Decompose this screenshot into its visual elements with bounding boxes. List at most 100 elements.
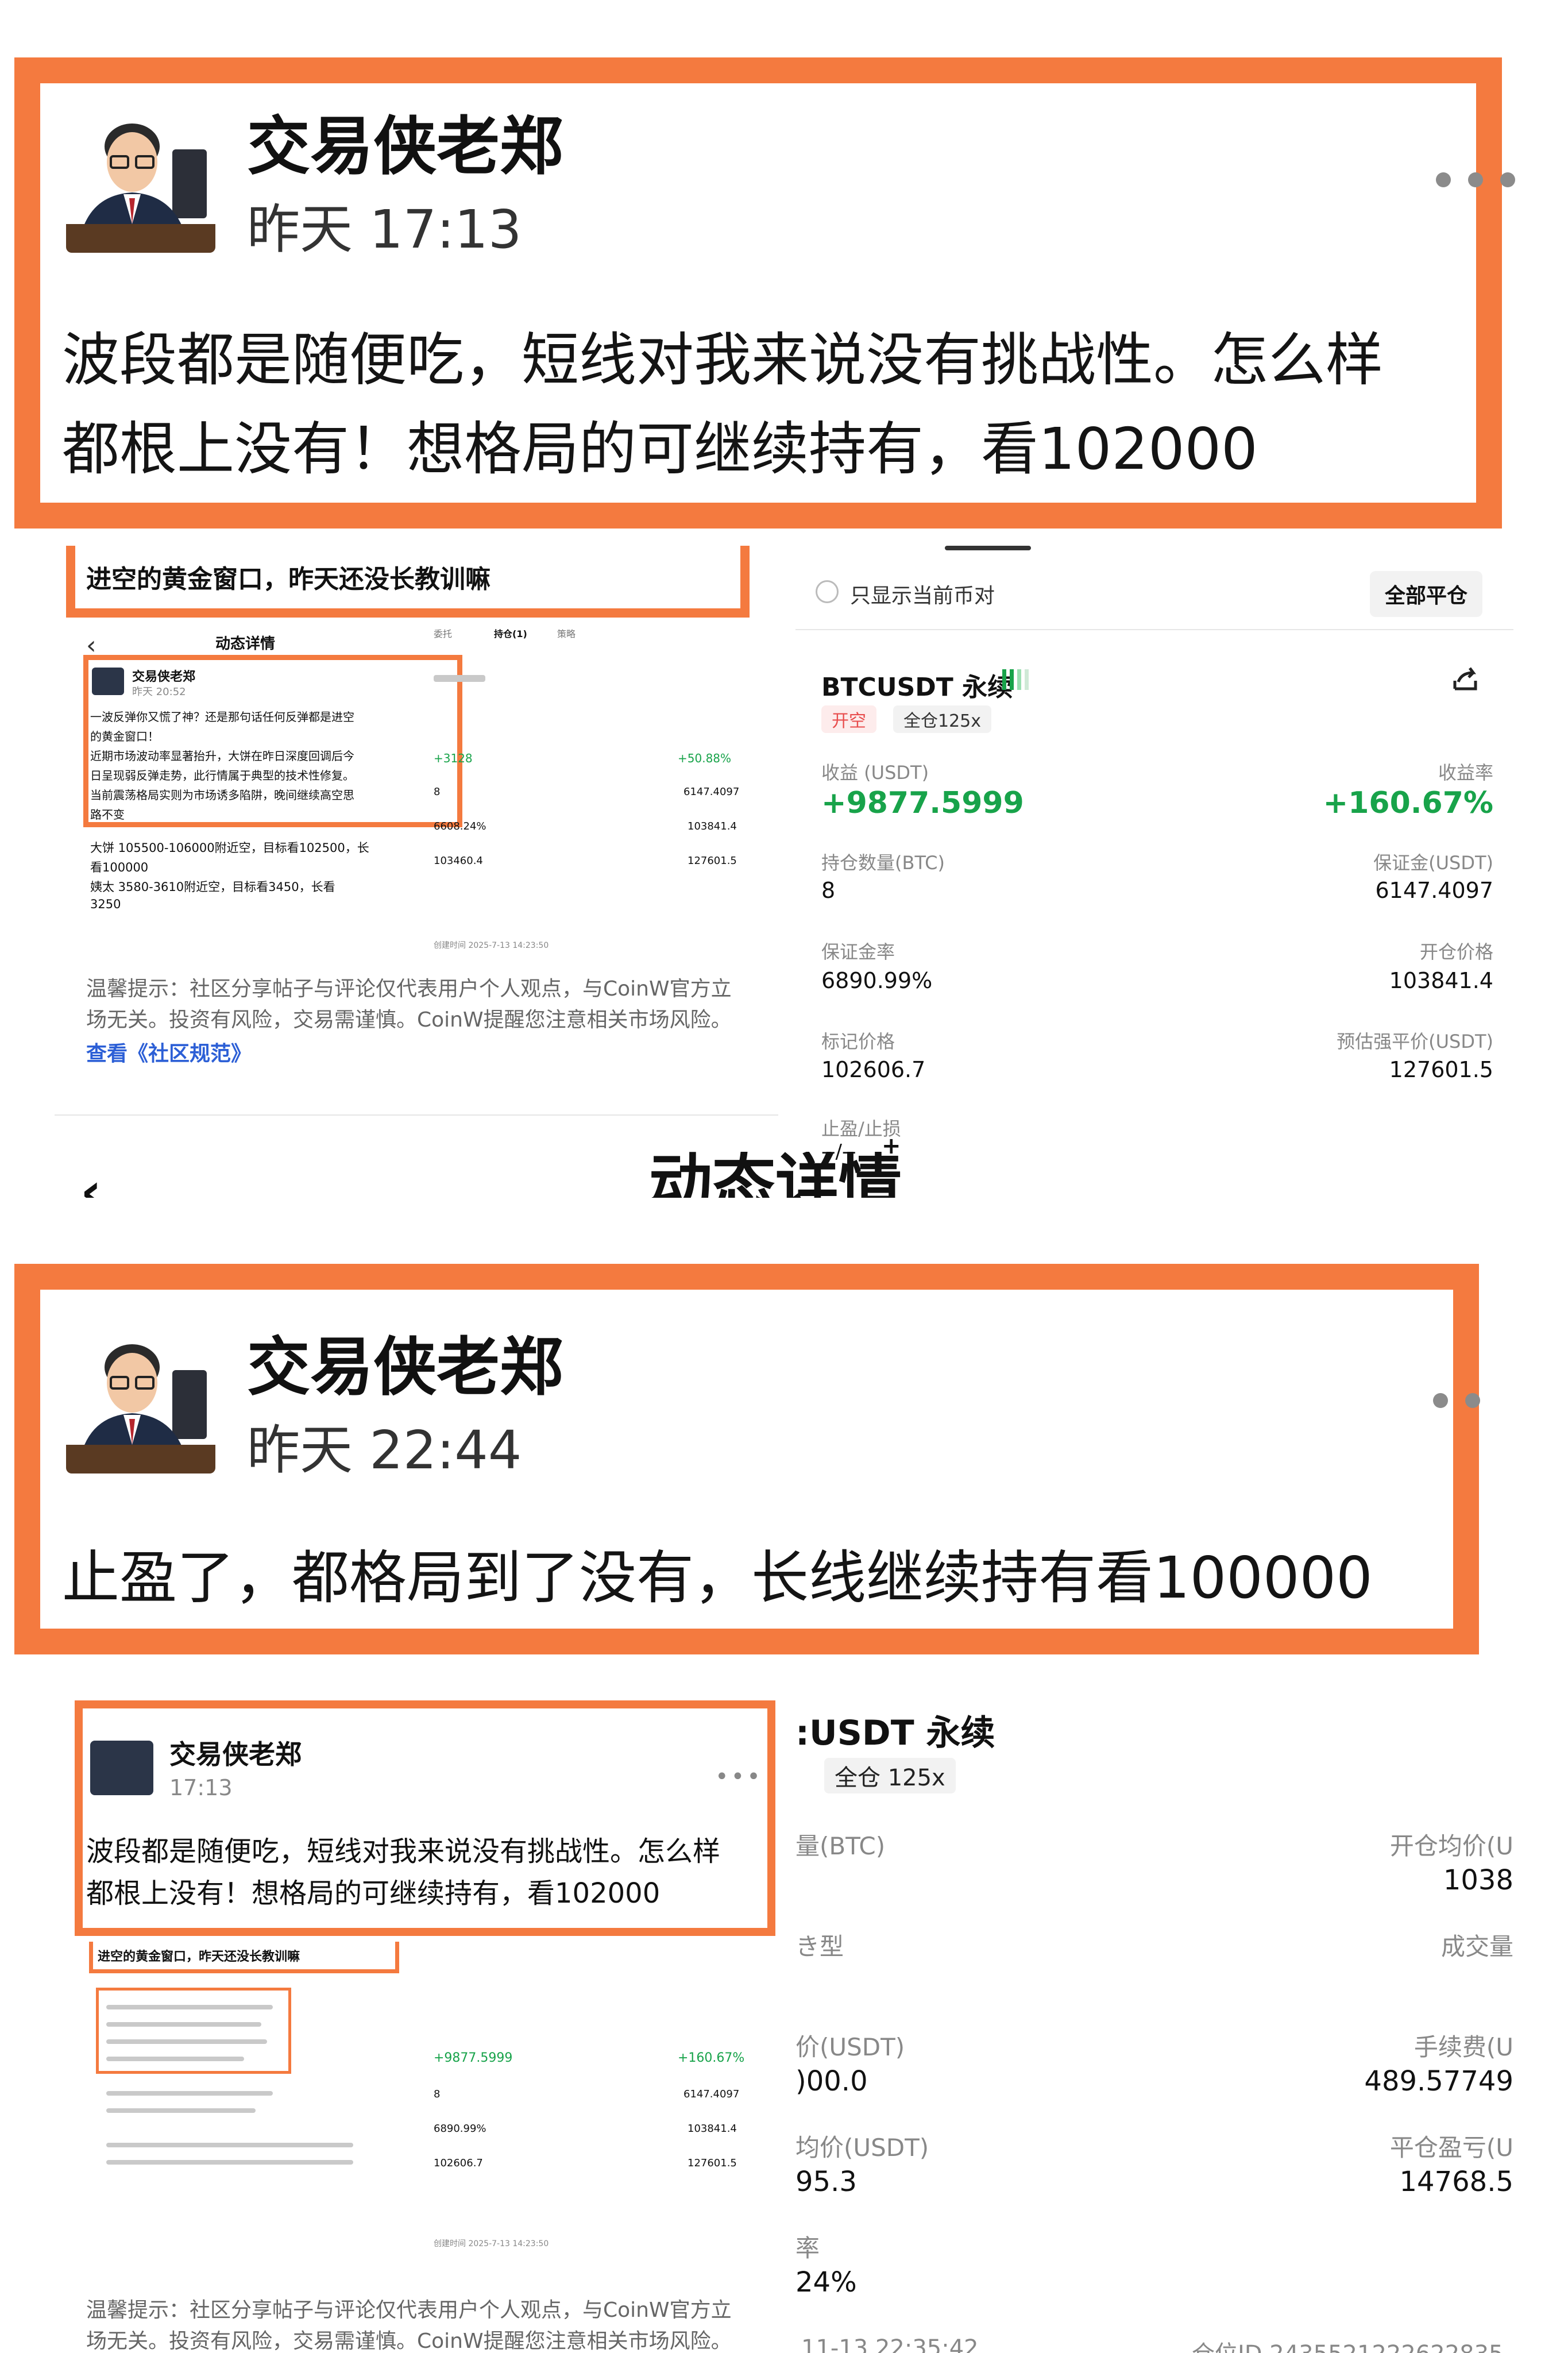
mini-tab-positions[interactable]: 持仓(1) [494,626,527,640]
nested-text-8 [106,2160,353,2165]
nested-liq: 127601.5 [688,2157,737,2169]
repost-more-icon[interactable]: ••• [715,1764,763,1790]
closed-position-panel[interactable]: :USDT 永续 全仓 125x 量(BTC) 开仓均价(U 1038 き型 成… [795,1695,1513,2353]
roe-label: 收益率 [1438,762,1493,784]
nested-banner-text: 进空的黄金窗口，昨天还没长教训嘛 [98,1950,300,1964]
divider [55,1114,778,1116]
post-text-line-1: 波段都是随便吃，短线对我来说没有挑战性。怎么样 [62,326,1383,394]
inner-author: 交易侠老郑 [132,670,196,684]
mark-value: 102606.7 [821,1057,926,1082]
mini-placeholder [434,675,485,682]
position-panel[interactable]: 只显示当前币对 全部平仓 BTCUSDT 永续 开空 全仓125x 收益 (US… [795,546,1513,1166]
inner-line-4: 日呈现弱反弹走势，此行情属于典型的技术性修复。 [90,769,354,782]
closed-realized-label: 平仓盈亏(U [1389,2134,1513,2162]
leverage-signal-icon [1002,669,1029,690]
mini-pnl: +3128 [434,751,473,765]
plan-line-1: 大饼 105500-106000附近空，目标看102500，长 [90,841,369,855]
top-indicator [945,546,1031,550]
mini-margin-ratio: 6608.24% [434,820,486,832]
detail-header-title: 动态详情 [215,635,276,653]
closed-avg-open: 1038 [1443,1864,1513,1896]
repost-line-2: 都根上没有！想格局的可继续持有，看102000 [86,1877,661,1910]
plan-line-4: 3250 [90,897,121,911]
nested-text-7 [106,2143,353,2147]
nested-margin-ratio: 6890.99% [434,2123,486,2135]
author-avatar[interactable] [66,109,215,253]
margin-value: 6147.4097 [1375,878,1494,903]
closed-close-price: )00.0 [795,2065,868,2097]
nested-text-5 [106,2091,273,2096]
closed-qty-label: 量(BTC) [795,1832,886,1860]
closed-volume-label: 成交量 [1440,1932,1513,1961]
repost-time: 17:13 [169,1775,233,1800]
mini-roe: +50.88% [678,751,732,765]
margin-ratio-value: 6890.99% [821,968,933,993]
community-rules-link[interactable]: 查看《社区规范》 [86,1037,252,1067]
margin-mode-tag: 全仓125x [893,705,992,733]
only-current-checkbox[interactable] [816,580,839,603]
inner-time: 昨天 20:52 [132,686,186,698]
mark-label: 标记价格 [821,1031,895,1052]
close-all-button[interactable]: 全部平仓 [1370,571,1483,617]
more-options-icon-2[interactable] [1433,1393,1480,1408]
pnl-value: +9877.5999 [821,786,1024,820]
closed-avg-close-label: 均价(USDT) [795,2134,929,2162]
repost-author: 交易侠老郑 [169,1739,302,1770]
share-icon[interactable] [1450,664,1482,698]
disclaimer-line-2: 场无关。投资有风险，交易需谨慎。CoinW提醒您注意相关市场风险。 [86,1008,732,1032]
author-name-2[interactable]: 交易侠老郑 [247,1316,563,1407]
post-time-2: 昨天 22:44 [247,1419,522,1481]
entry-label: 开仓价格 [1419,941,1493,963]
back-chevron-icon: ‹ [80,1166,102,1198]
side-tag: 开空 [821,705,876,733]
inner-line-6: 路不变 [90,808,125,821]
nested-timestamp: 创建时间 2025-7-13 14:23:50 [434,2239,549,2248]
closed-type-label: き型 [795,1932,844,1961]
closed-symbol: :USDT 永续 [795,1713,995,1753]
nested-qty: 8 [434,2088,441,2100]
closed-bottom-time: 11-13 22:35:42 [801,2335,979,2353]
embedded-screenshot-left-2[interactable]: 交易侠老郑 17:13 ••• 波段都是随便吃，短线对我来说没有挑战性。怎么样 … [55,1666,795,2353]
mini-qty: 8 [434,786,441,798]
qty-label: 持仓数量(BTC) [821,852,945,874]
pnl-label: 收益 (USDT) [821,762,929,784]
entry-value: 103841.4 [1389,968,1493,993]
only-current-label[interactable]: 只显示当前币对 [850,579,995,609]
margin-label: 保证金(USDT) [1373,852,1493,874]
mini-timestamp: 创建时间 2025-7-13 14:23:50 [434,941,549,950]
repost-line-1: 波段都是随便吃，短线对我来说没有挑战性。怎么样 [86,1835,721,1868]
panel-divider [795,629,1513,630]
cutoff-detail-title: 动态详情 [649,1152,902,1198]
author-name[interactable]: 交易侠老郑 [247,95,563,187]
avatar-illustration [66,109,215,253]
post-time: 昨天 17:13 [247,199,522,260]
closed-fee-label: 手续费(U [1413,2033,1513,2061]
closed-rate: 24% [795,2266,857,2298]
symbol-name[interactable]: BTCUSDT 永续 [821,666,1013,703]
closed-avg-close: 95.3 [795,2166,857,2198]
inner-line-1: 一波反弹你又慌了神？还是那句话任何反弹都是进空 [90,710,354,724]
closed-realized: 14768.5 [1399,2166,1514,2198]
post-text-line-2: 都根上没有！想格局的可继续持有，看102000 [62,415,1258,483]
more-options-icon[interactable] [1436,172,1515,187]
disclaimer-line-1: 温馨提示：社区分享帖子与评论仅代表用户个人观点，与CoinW官方立 [86,977,732,1001]
mini-tab-orders[interactable]: 委托 [434,626,452,640]
author-avatar-2[interactable] [66,1330,215,1473]
embedded-screenshot-left-1[interactable]: 进空的黄金窗口，昨天还没长教训嘛 ‹ 动态详情 交易侠老郑 昨天 20:52 一… [55,546,778,1120]
nested-pnl: +9877.5999 [434,2051,513,2065]
disclaimer2-line-2: 场无关。投资有风险，交易需谨慎。CoinW提醒您注意相关市场风险。 [86,2329,732,2353]
nested-text-6 [106,2108,256,2113]
nested-entry: 103841.4 [688,2123,737,2135]
inner-line-2: 的黄金窗口！ [90,730,159,743]
nested-text-4 [106,2057,244,2061]
closed-fee: 489.57749 [1364,2065,1513,2097]
mini-tab-strategy[interactable]: 策略 [557,626,576,640]
inner-line-3: 近期市场波动率显著抬升，大饼在昨日深度回调后今 [90,749,354,763]
closed-close-price-label: 价(USDT) [795,2033,905,2061]
disclaimer2-line-1: 温馨提示：社区分享帖子与评论仅代表用户个人观点，与CoinW官方立 [86,2298,732,2322]
post2-text-line-1: 止盈了，都格局到了没有，长线继续持有看100000 [62,1544,1373,1611]
nested-margin: 6147.4097 [683,2088,740,2100]
nested-text-2 [106,2022,261,2027]
roe-value: +160.67% [1323,786,1493,820]
mini-liq: 127601.5 [688,855,737,867]
